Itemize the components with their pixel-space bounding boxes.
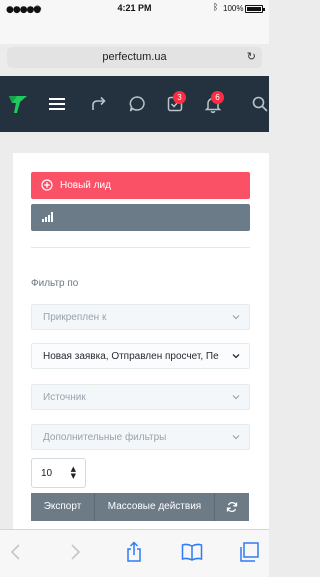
leads-panel: Новый лид Фильтр по Прикреплен к Новая з…	[13, 153, 269, 533]
new-lead-button[interactable]: Новый лид	[31, 172, 250, 199]
browser-toolbar	[0, 529, 269, 577]
leads-summary-button[interactable]	[31, 204, 250, 231]
assigned-placeholder: Прикреплен к	[43, 312, 107, 323]
divider	[31, 247, 250, 248]
refresh-icon	[226, 501, 238, 513]
app-header: 3 6	[0, 76, 269, 132]
bar-chart-icon	[42, 212, 53, 222]
source-select[interactable]: Источник	[31, 384, 250, 410]
status-bar: ●●●●● ◠ 4:21 PM ᛒ 100% perfectum.ua ↻	[0, 0, 269, 68]
plus-circle-icon	[41, 179, 53, 191]
per-page-value: 10	[41, 468, 53, 479]
notifications-badge: 6	[211, 91, 224, 104]
chevron-down-icon	[232, 395, 240, 400]
url-text: perfectum.ua	[102, 51, 167, 63]
stepper-arrows-icon: ▲ ▼	[70, 465, 76, 480]
chat-bubble-icon[interactable]	[128, 95, 146, 113]
filter-title: Фильтр по	[31, 278, 79, 289]
export-button[interactable]: Экспорт	[31, 493, 95, 521]
share-icon[interactable]	[123, 541, 145, 563]
bookmarks-icon[interactable]	[181, 541, 203, 563]
tasks-badge: 3	[173, 91, 186, 104]
new-lead-label: Новый лид	[60, 180, 111, 191]
menu-icon[interactable]	[48, 95, 66, 113]
tabs-icon[interactable]	[238, 541, 260, 563]
extra-filters-select[interactable]: Дополнительные фильтры	[31, 424, 250, 450]
bulk-actions-button[interactable]: Массовые действия	[95, 493, 215, 521]
status-select[interactable]: Новая заявка, Отправлен просчет, Пе	[31, 343, 250, 369]
chevron-down-icon	[232, 315, 240, 320]
table-actions: Экспорт Массовые действия	[31, 493, 249, 521]
share-arrow-icon[interactable]	[90, 95, 108, 113]
reload-icon[interactable]: ↻	[247, 50, 256, 63]
bluetooth-icon: ᛒ	[213, 3, 219, 13]
search-icon[interactable]	[251, 95, 269, 113]
status-value: Новая заявка, Отправлен просчет, Пе	[43, 351, 219, 362]
chevron-down-icon	[232, 435, 240, 440]
refresh-button[interactable]	[215, 493, 249, 521]
extra-filters-placeholder: Дополнительные фильтры	[43, 432, 167, 443]
back-icon[interactable]	[5, 541, 27, 563]
battery-percent: 100%	[223, 4, 244, 13]
source-placeholder: Источник	[43, 392, 86, 403]
perfectum-logo[interactable]	[8, 94, 28, 114]
per-page-select[interactable]: 10 ▲ ▼	[31, 458, 86, 488]
chevron-down-icon	[232, 354, 240, 359]
url-bar[interactable]: perfectum.ua ↻	[7, 47, 262, 68]
forward-icon[interactable]	[64, 541, 86, 563]
battery-icon	[245, 5, 265, 13]
assigned-select[interactable]: Прикреплен к	[31, 304, 250, 330]
